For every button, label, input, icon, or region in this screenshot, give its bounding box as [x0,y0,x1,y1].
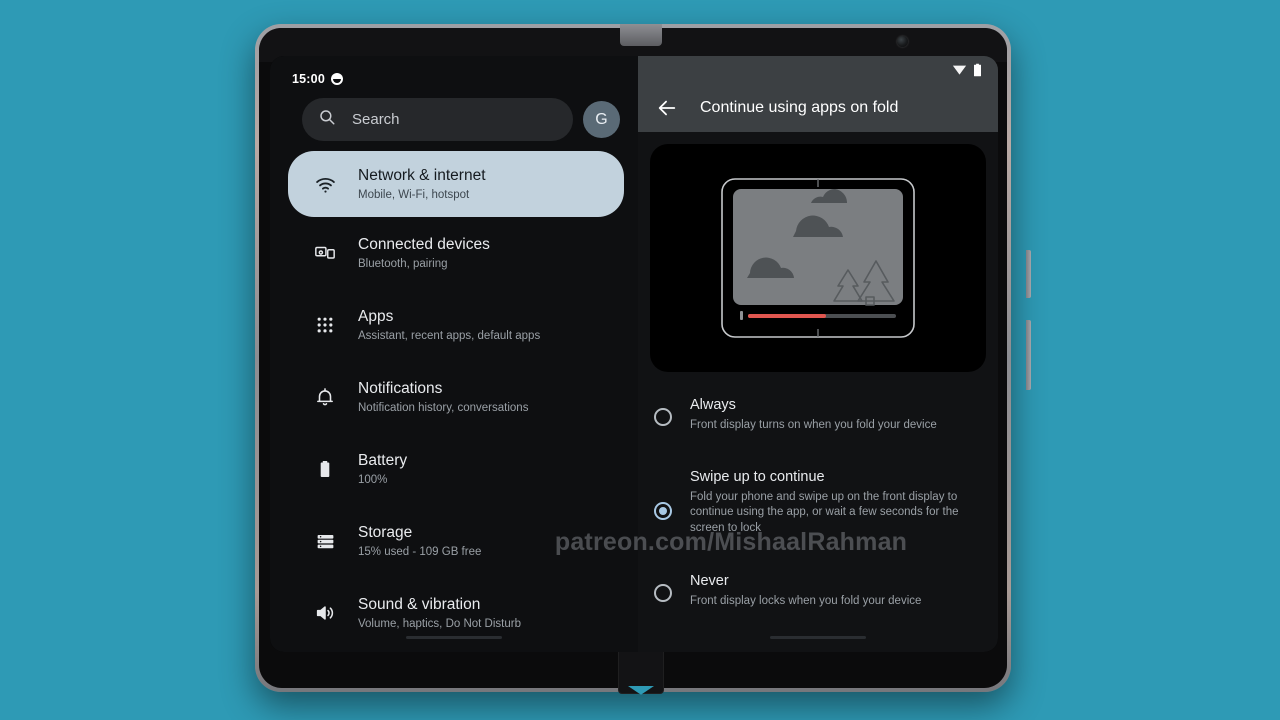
sidebar-item-text: Storage 15% used - 109 GB free [358,523,481,560]
radio-button-always[interactable] [654,408,672,426]
radio-button-never[interactable] [654,584,672,602]
apps-grid-icon [306,306,344,344]
bell-icon [306,378,344,416]
sidebar-item-subtitle: 100% [358,473,388,486]
page-title: Continue using apps on fold [700,99,899,116]
hinge-top-notch [620,24,662,46]
detail-pane: Continue using apps on fold Always Front… [638,56,998,652]
sidebar-item-battery[interactable]: Battery 100% [288,433,624,505]
volume-icon [306,594,344,632]
avatar-label: G [595,110,608,128]
sidebar-item-subtitle: Bluetooth, pairing [358,257,448,270]
sidebar-item-text: Apps Assistant, recent apps, default app… [358,307,540,344]
radio-button-swipe-up[interactable] [654,501,672,520]
option-never[interactable]: Never Front display locks when you fold … [648,566,988,616]
sidebar-item-title: Connected devices [358,235,490,253]
option-title: Never [690,573,729,589]
option-text: Always Front display turns on when you f… [690,396,984,434]
sidebar-item-subtitle: 15% used - 109 GB free [358,545,482,558]
search-input[interactable]: Search [302,98,573,141]
back-arrow-icon[interactable] [656,97,678,119]
sidebar-item-apps[interactable]: Apps Assistant, recent apps, default app… [288,289,624,361]
option-text: Swipe up to continue Fold your phone and… [690,468,984,537]
storage-icon [306,522,344,560]
sidebar-item-subtitle: Mobile, Wi-Fi, hotspot [358,188,470,201]
sidebar-item-title: Apps [358,307,394,325]
wifi-icon [306,165,344,203]
sidebar-item-text: Notifications Notification history, conv… [358,379,528,416]
option-subtitle: Front display locks when you fold your d… [690,595,922,607]
option-title: Always [690,397,736,413]
battery-icon [306,450,344,488]
volume-button[interactable] [1026,320,1031,390]
fold-behavior-options: Always Front display turns on when you f… [638,372,998,616]
sidebar-item-subtitle: Notification history, conversations [358,401,529,414]
power-button[interactable] [1026,250,1031,298]
sidebar-item-title: Network & internet [358,166,486,184]
sidebar-item-subtitle: Volume, haptics, Do Not Disturb [358,617,521,630]
sidebar-item-title: Sound & vibration [358,595,481,613]
status-bar-right [638,56,998,84]
alarm-dot-icon [330,73,343,85]
sidebar-item-storage[interactable]: Storage 15% used - 109 GB free [288,505,624,577]
sidebar-item-subtitle: Assistant, recent apps, default apps [358,329,541,342]
search-icon [318,108,336,131]
search-row: Search G [270,92,638,141]
sidebar-item-text: Sound & vibration Volume, haptics, Do No… [358,595,521,632]
sidebar-item-text: Connected devices Bluetooth, pairing [358,235,490,272]
sidebar-item-network-internet[interactable]: Network & internet Mobile, Wi-Fi, hotspo… [288,151,624,217]
wifi-icon [952,64,967,77]
settings-items: Network & internet Mobile, Wi-Fi, hotspo… [270,151,638,649]
sidebar-item-title: Notifications [358,379,443,397]
option-swipe-up-to-continue[interactable]: Swipe up to continue Fold your phone and… [648,462,988,543]
settings-list-pane: 15:00 Search G Network & internet Mobile… [270,56,638,652]
gesture-nav-handle-left[interactable] [406,636,502,639]
sidebar-item-text: Battery 100% [358,451,407,488]
front-camera-icon [897,36,908,47]
gesture-nav-handle-right[interactable] [770,636,866,639]
detail-appbar: Continue using apps on fold [638,84,998,132]
clock: 15:00 [292,72,325,86]
foldable-video-playback-illustration [650,144,986,372]
option-title: Swipe up to continue [690,468,825,485]
sidebar-item-text: Network & internet Mobile, Wi-Fi, hotspo… [358,166,486,203]
battery-icon [973,63,982,77]
device-screen: 15:00 Search G Network & internet Mobile… [270,56,998,652]
connected-devices-icon [306,234,344,272]
option-text: Never Front display locks when you fold … [690,572,984,610]
sidebar-item-title: Battery [358,451,408,469]
avatar[interactable]: G [583,101,620,138]
sidebar-item-notifications[interactable]: Notifications Notification history, conv… [288,361,624,433]
sidebar-item-connected-devices[interactable]: Connected devices Bluetooth, pairing [288,217,624,289]
option-subtitle: Front display turns on when you fold you… [690,419,937,431]
search-placeholder: Search [352,111,400,128]
sidebar-item-title: Storage [358,523,413,541]
hinge-bottom-gap [628,686,654,695]
option-always[interactable]: Always Front display turns on when you f… [648,390,988,440]
option-subtitle: Fold your phone and swipe up on the fron… [690,490,959,534]
status-bar-left: 15:00 [270,66,638,92]
